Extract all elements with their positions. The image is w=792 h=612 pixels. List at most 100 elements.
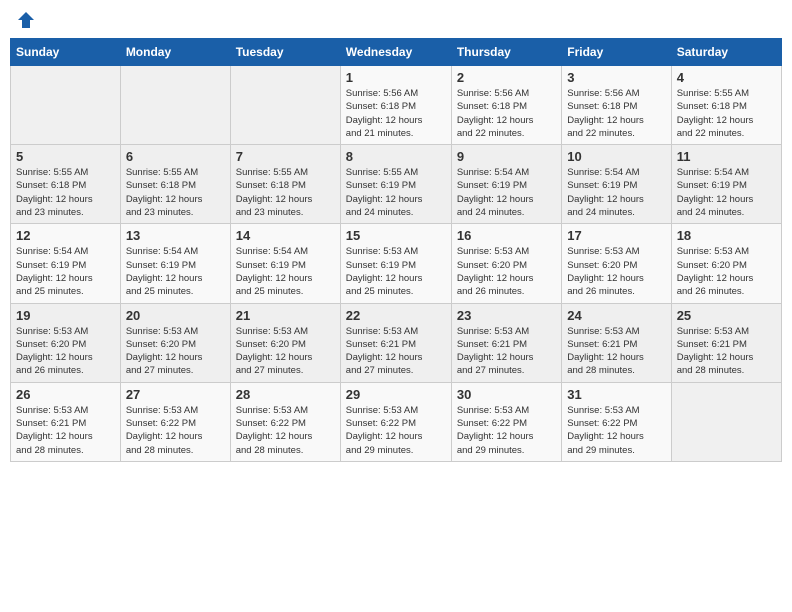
day-number: 4 [677,70,776,85]
calendar-cell: 3Sunrise: 5:56 AM Sunset: 6:18 PM Daylig… [562,66,671,145]
weekday-header-monday: Monday [120,39,230,66]
day-number: 27 [126,387,225,402]
day-info: Sunrise: 5:53 AM Sunset: 6:21 PM Dayligh… [567,325,665,378]
day-number: 22 [346,308,446,323]
day-number: 7 [236,149,335,164]
day-info: Sunrise: 5:53 AM Sunset: 6:20 PM Dayligh… [236,325,335,378]
calendar-cell: 9Sunrise: 5:54 AM Sunset: 6:19 PM Daylig… [451,145,561,224]
day-info: Sunrise: 5:55 AM Sunset: 6:18 PM Dayligh… [677,87,776,140]
calendar-week-row: 12 Sunrise: 5:54 AM Sunset: 6:19 PM Dayli… [11,224,782,303]
day-number: 12 [16,228,115,243]
day-number: 20 [126,308,225,323]
calendar-cell [11,66,121,145]
day-info: Sunrise: 5:56 AM Sunset: 6:18 PM Dayligh… [567,87,665,140]
day-number: 5 [16,149,115,164]
calendar-cell: 28 Sunrise: 5:53 AM Sunset: 6:22 PM Dayli… [230,382,340,461]
calendar-cell: 6 Sunrise: 5:55 AM Sunset: 6:18 PM Daylig… [120,145,230,224]
logo [14,10,36,30]
day-info: Sunrise: 5:53 AM Sunset: 6:22 PM Dayligh… [126,404,225,457]
calendar-cell: 25Sunrise: 5:53 AM Sunset: 6:21 PM Dayli… [671,303,781,382]
day-number: 18 [677,228,776,243]
day-info: Sunrise: 5:56 AM Sunset: 6:18 PM Dayligh… [457,87,556,140]
calendar-cell: 27 Sunrise: 5:53 AM Sunset: 6:22 PM Dayli… [120,382,230,461]
weekday-header-friday: Friday [562,39,671,66]
calendar-cell: 22 Sunrise: 5:53 AM Sunset: 6:21 PM Dayli… [340,303,451,382]
day-info: Sunrise: 5:53 AM Sunset: 6:21 PM Dayligh… [346,325,446,378]
calendar-week-row: 19 Sunrise: 5:53 AM Sunset: 6:20 PM Dayli… [11,303,782,382]
day-number: 6 [126,149,225,164]
day-info: Sunrise: 5:55 AM Sunset: 6:18 PM Dayligh… [236,166,335,219]
calendar-cell: 10 Sunrise: 5:54 AM Sunset: 6:19 PM Dayli… [562,145,671,224]
day-number: 23 [457,308,556,323]
calendar-cell: 30 Sunrise: 5:53 AM Sunset: 6:22 PM Dayli… [451,382,561,461]
day-info: Sunrise: 5:53 AM Sunset: 6:20 PM Dayligh… [457,245,556,298]
page-header [10,10,782,30]
day-info: Sunrise: 5:55 AM Sunset: 6:18 PM Dayligh… [16,166,115,219]
day-info: Sunrise: 5:54 AM Sunset: 6:19 PM Dayligh… [16,245,115,298]
calendar-cell [120,66,230,145]
calendar-cell: 19 Sunrise: 5:53 AM Sunset: 6:20 PM Dayli… [11,303,121,382]
calendar-cell: 16Sunrise: 5:53 AM Sunset: 6:20 PM Dayli… [451,224,561,303]
day-info: Sunrise: 5:53 AM Sunset: 6:19 PM Dayligh… [346,245,446,298]
day-info: Sunrise: 5:53 AM Sunset: 6:20 PM Dayligh… [126,325,225,378]
day-number: 14 [236,228,335,243]
calendar-cell: 17 Sunrise: 5:53 AM Sunset: 6:20 PM Dayli… [562,224,671,303]
calendar-week-row: 5 Sunrise: 5:55 AM Sunset: 6:18 PM Daylig… [11,145,782,224]
day-info: Sunrise: 5:53 AM Sunset: 6:22 PM Dayligh… [457,404,556,457]
calendar-cell: 11 Sunrise: 5:54 AM Sunset: 6:19 PM Dayli… [671,145,781,224]
day-info: Sunrise: 5:53 AM Sunset: 6:20 PM Dayligh… [567,245,665,298]
day-number: 8 [346,149,446,164]
day-info: Sunrise: 5:54 AM Sunset: 6:19 PM Dayligh… [567,166,665,219]
calendar-cell [230,66,340,145]
day-info: Sunrise: 5:53 AM Sunset: 6:22 PM Dayligh… [567,404,665,457]
day-number: 17 [567,228,665,243]
calendar-cell: 29Sunrise: 5:53 AM Sunset: 6:22 PM Dayli… [340,382,451,461]
calendar-cell: 5 Sunrise: 5:55 AM Sunset: 6:18 PM Daylig… [11,145,121,224]
calendar-cell: 14 Sunrise: 5:54 AM Sunset: 6:19 PM Dayli… [230,224,340,303]
weekday-header-wednesday: Wednesday [340,39,451,66]
calendar-table: SundayMondayTuesdayWednesdayThursdayFrid… [10,38,782,462]
day-info: Sunrise: 5:54 AM Sunset: 6:19 PM Dayligh… [236,245,335,298]
day-info: Sunrise: 5:53 AM Sunset: 6:21 PM Dayligh… [457,325,556,378]
day-number: 19 [16,308,115,323]
calendar-cell: 15 Sunrise: 5:53 AM Sunset: 6:19 PM Dayli… [340,224,451,303]
weekday-header-saturday: Saturday [671,39,781,66]
weekday-header-thursday: Thursday [451,39,561,66]
day-number: 28 [236,387,335,402]
day-info: Sunrise: 5:53 AM Sunset: 6:20 PM Dayligh… [16,325,115,378]
day-number: 11 [677,149,776,164]
calendar-cell: 31 Sunrise: 5:53 AM Sunset: 6:22 PM Dayli… [562,382,671,461]
calendar-cell [671,382,781,461]
day-number: 15 [346,228,446,243]
day-info: Sunrise: 5:55 AM Sunset: 6:18 PM Dayligh… [126,166,225,219]
calendar-cell: 20 Sunrise: 5:53 AM Sunset: 6:20 PM Dayli… [120,303,230,382]
day-number: 21 [236,308,335,323]
day-number: 31 [567,387,665,402]
day-info: Sunrise: 5:53 AM Sunset: 6:20 PM Dayligh… [677,245,776,298]
day-info: Sunrise: 5:54 AM Sunset: 6:19 PM Dayligh… [677,166,776,219]
calendar-cell: 2 Sunrise: 5:56 AM Sunset: 6:18 PM Daylig… [451,66,561,145]
calendar-week-row: 1Sunrise: 5:56 AM Sunset: 6:18 PM Daylig… [11,66,782,145]
day-info: Sunrise: 5:53 AM Sunset: 6:22 PM Dayligh… [346,404,446,457]
calendar-cell: 24 Sunrise: 5:53 AM Sunset: 6:21 PM Dayli… [562,303,671,382]
calendar-cell: 7 Sunrise: 5:55 AM Sunset: 6:18 PM Daylig… [230,145,340,224]
day-info: Sunrise: 5:56 AM Sunset: 6:18 PM Dayligh… [346,87,446,140]
day-number: 10 [567,149,665,164]
calendar-cell: 18 Sunrise: 5:53 AM Sunset: 6:20 PM Dayli… [671,224,781,303]
calendar-cell: 26 Sunrise: 5:53 AM Sunset: 6:21 PM Dayli… [11,382,121,461]
day-info: Sunrise: 5:53 AM Sunset: 6:21 PM Dayligh… [16,404,115,457]
day-number: 30 [457,387,556,402]
calendar-cell: 4 Sunrise: 5:55 AM Sunset: 6:18 PM Daylig… [671,66,781,145]
calendar-cell: 1Sunrise: 5:56 AM Sunset: 6:18 PM Daylig… [340,66,451,145]
day-number: 2 [457,70,556,85]
calendar-cell: 23 Sunrise: 5:53 AM Sunset: 6:21 PM Dayli… [451,303,561,382]
day-number: 26 [16,387,115,402]
day-info: Sunrise: 5:53 AM Sunset: 6:22 PM Dayligh… [236,404,335,457]
day-number: 13 [126,228,225,243]
calendar-cell: 13Sunrise: 5:54 AM Sunset: 6:19 PM Dayli… [120,224,230,303]
weekday-header-tuesday: Tuesday [230,39,340,66]
calendar-cell: 21 Sunrise: 5:53 AM Sunset: 6:20 PM Dayli… [230,303,340,382]
day-number: 24 [567,308,665,323]
weekday-header-row: SundayMondayTuesdayWednesdayThursdayFrid… [11,39,782,66]
logo-icon [16,10,36,30]
